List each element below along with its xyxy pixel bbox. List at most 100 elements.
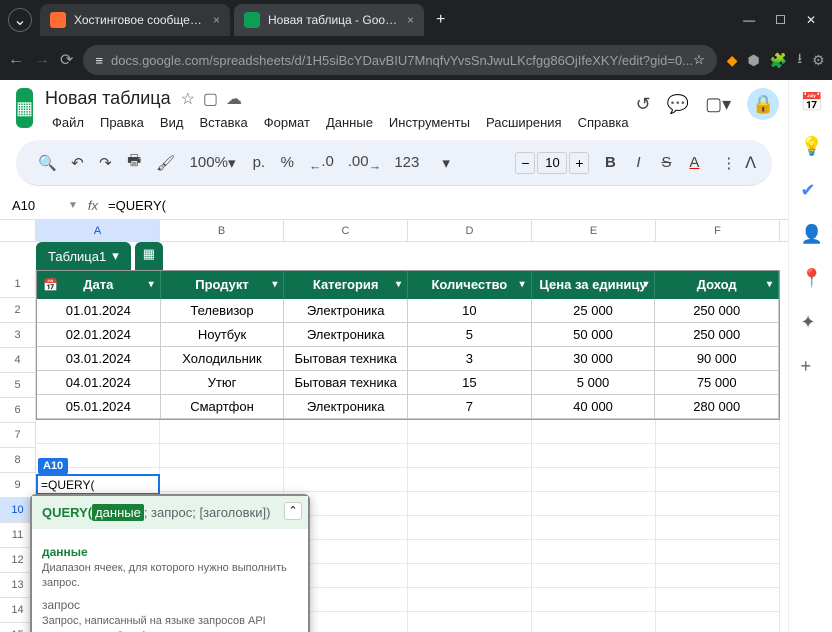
cell[interactable] [656, 540, 780, 564]
download-icon[interactable]: ⭳ [797, 48, 802, 72]
table-cell[interactable]: 03.01.2024 [37, 347, 161, 371]
table-cell[interactable]: 50 000 [532, 323, 656, 347]
chevron-down-icon[interactable]: ▾ [643, 271, 648, 299]
history-icon[interactable]: ↺ [636, 94, 651, 115]
reload-button[interactable]: ⟳ [60, 50, 73, 70]
cell[interactable] [656, 516, 780, 540]
cell[interactable] [160, 420, 284, 444]
back-button[interactable]: ← [8, 51, 24, 69]
more-formats-button[interactable]: 123 [388, 150, 423, 175]
keep-icon[interactable]: 💡 [801, 136, 821, 156]
table-cell[interactable]: 01.01.2024 [37, 299, 161, 323]
font-size-input[interactable]: 10 [537, 152, 567, 174]
cell[interactable] [532, 420, 656, 444]
menu-view[interactable]: Вид [153, 111, 191, 134]
italic-button[interactable]: I [626, 150, 650, 175]
menu-data[interactable]: Данные [319, 111, 380, 134]
col-header[interactable]: E [532, 220, 656, 241]
extensions-button[interactable]: 🧩 [770, 52, 787, 69]
table-cell[interactable]: 02.01.2024 [37, 323, 161, 347]
cell[interactable] [532, 612, 656, 632]
increase-decimal-button[interactable]: .00→ [342, 149, 385, 177]
table-cell[interactable]: Бытовая техника [284, 347, 408, 371]
move-icon[interactable]: ▢ [203, 89, 218, 109]
chevron-down-icon[interactable]: ▾ [767, 271, 772, 299]
cell[interactable] [284, 444, 408, 468]
increase-font-button[interactable]: + [569, 152, 589, 174]
cell-editor[interactable] [38, 477, 158, 493]
table-header[interactable]: Цена за единицу▾ [532, 271, 656, 299]
contacts-icon[interactable]: 👤 [801, 224, 821, 244]
select-all-corner[interactable] [0, 220, 36, 241]
table-cell[interactable]: 04.01.2024 [37, 371, 161, 395]
menu-help[interactable]: Справка [571, 111, 636, 134]
star-icon[interactable]: ☆ [693, 52, 705, 68]
table-header[interactable]: Количество▾ [408, 271, 532, 299]
table-cell[interactable]: Утюг [161, 371, 285, 395]
tasks-icon[interactable]: ✔ [801, 180, 821, 200]
table-cell[interactable]: 30 000 [532, 347, 656, 371]
formula-bar[interactable] [108, 198, 780, 213]
table-cell[interactable]: Электроника [284, 395, 408, 419]
table-cell[interactable]: Бытовая техника [284, 371, 408, 395]
menu-format[interactable]: Формат [257, 111, 317, 134]
table-cell[interactable]: 25 000 [532, 299, 656, 323]
cell[interactable] [160, 468, 284, 492]
chevron-down-icon[interactable]: ▾ [520, 271, 525, 299]
cell[interactable] [656, 492, 780, 516]
doc-title[interactable]: Новая таблица [45, 88, 171, 109]
cell[interactable] [656, 444, 780, 468]
table-cell[interactable]: 7 [408, 395, 532, 419]
collapse-help-button[interactable]: ⌃ [284, 502, 302, 520]
extension-icon[interactable]: ⬢ [748, 52, 760, 69]
table-cell[interactable]: Ноутбук [161, 323, 285, 347]
table-cell[interactable]: Телевизор [161, 299, 285, 323]
tab-search-button[interactable]: ⌄ [8, 8, 32, 32]
table-cell[interactable]: 5 000 [532, 371, 656, 395]
table-header[interactable]: Категория▾ [284, 271, 408, 299]
maximize-button[interactable]: ☐ [775, 13, 786, 27]
strike-button[interactable]: S [654, 150, 678, 175]
cell[interactable] [36, 420, 160, 444]
more-tools-button[interactable]: ⋮ [715, 150, 741, 176]
menu-insert[interactable]: Вставка [192, 111, 254, 134]
cell[interactable] [532, 444, 656, 468]
browser-tab[interactable]: Хостинговое сообщество «Tim × [40, 4, 230, 36]
cell[interactable] [408, 468, 532, 492]
table-cell[interactable]: 15 [408, 371, 532, 395]
chevron-down-icon[interactable]: ▾ [149, 271, 154, 299]
collapse-toolbar-button[interactable]: ᐱ [745, 153, 756, 173]
cell[interactable] [656, 612, 780, 632]
cell[interactable] [532, 492, 656, 516]
bold-button[interactable]: B [598, 150, 622, 175]
maps-icon[interactable]: 📍 [801, 268, 821, 288]
percent-button[interactable]: % [275, 150, 299, 175]
menu-tools[interactable]: Инструменты [382, 111, 477, 134]
cell[interactable] [408, 492, 532, 516]
col-header[interactable]: F [656, 220, 780, 241]
font-select[interactable]: ▾ [432, 150, 506, 176]
table-cell[interactable]: Смартфон [161, 395, 285, 419]
sheet-grid[interactable]: A B C D E F 1 234 567 89 10 111213 14151… [0, 220, 788, 632]
currency-button[interactable]: р. [247, 150, 271, 175]
cell[interactable] [656, 588, 780, 612]
table-cell[interactable]: 250 000 [655, 323, 779, 347]
comment-icon[interactable]: 💬 [667, 94, 689, 115]
table-cell[interactable]: Электроника [284, 299, 408, 323]
sparks-icon[interactable]: ✦ [801, 312, 821, 332]
active-cell[interactable] [36, 474, 160, 494]
name-box[interactable] [8, 194, 68, 217]
extension-icon[interactable]: ◆ [727, 52, 738, 69]
cell[interactable] [408, 564, 532, 588]
cell[interactable] [532, 468, 656, 492]
cell[interactable] [408, 420, 532, 444]
table-header[interactable]: Продукт▾ [161, 271, 285, 299]
calendar-icon[interactable]: 📅 [801, 92, 821, 112]
cell[interactable] [532, 588, 656, 612]
cell[interactable] [408, 516, 532, 540]
table-cell[interactable]: Электроника [284, 323, 408, 347]
decrease-font-button[interactable]: − [515, 152, 535, 174]
close-icon[interactable]: × [213, 13, 220, 27]
decrease-decimal-button[interactable]: ←.0 [303, 149, 338, 177]
print-button[interactable]: 🖶 [121, 146, 146, 179]
